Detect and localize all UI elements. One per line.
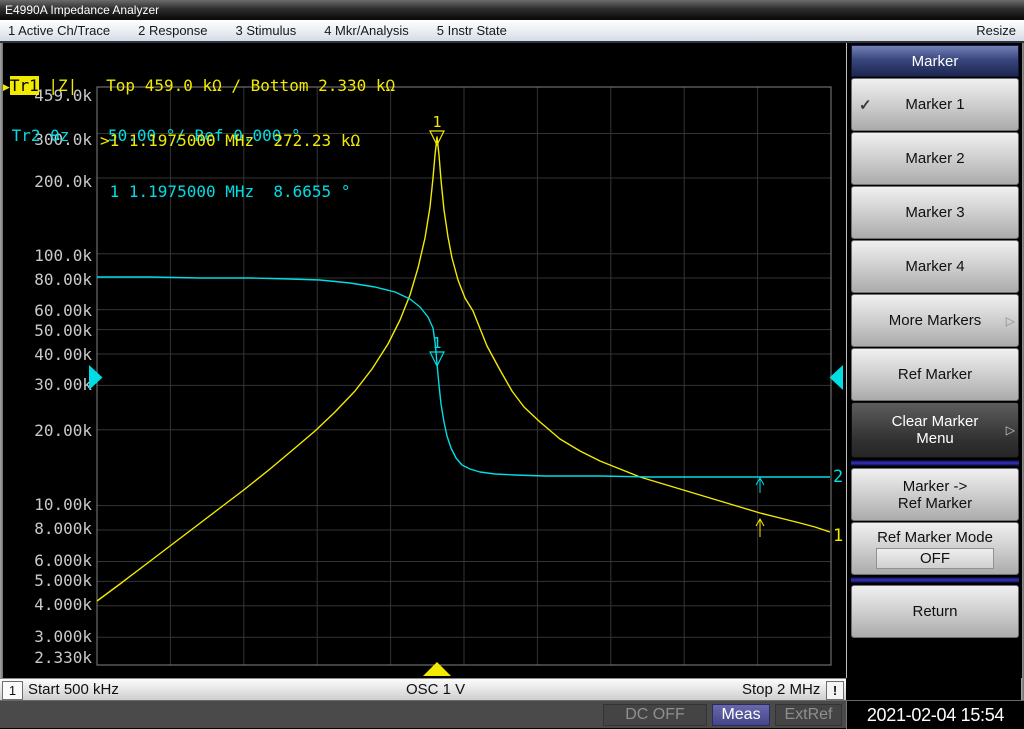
datetime-display: 2021-02-04 15:54 — [846, 701, 1024, 729]
y-axis-tick-label: 100.0k — [34, 246, 92, 265]
softkey-return[interactable]: Return — [851, 585, 1019, 638]
y-axis-tick-label: 60.00k — [34, 301, 92, 320]
menu-item[interactable]: 1 Active Ch/Trace — [0, 23, 124, 38]
y-axis-tick-label: 40.00k — [34, 345, 92, 364]
osc-level[interactable]: OSC 1 V — [406, 681, 465, 698]
softkey-marker-2[interactable]: Marker 2 — [851, 132, 1019, 185]
marker-number-label: 1 — [432, 334, 441, 352]
y-axis-tick-label: 4.000k — [34, 595, 92, 614]
tr1-impedance-trace-number-label: 1 — [833, 526, 843, 546]
measurement-status: Meas — [712, 704, 770, 726]
softkey-menu: Marker ✓ Marker 1 Marker 2 Marker 3 Marker 4… — [846, 43, 1022, 678]
softkey-separator — [851, 460, 1019, 466]
marker-readout: >1 1.1975000 MHz 272.23 kΩ 1 1.1975000 M… — [100, 98, 360, 234]
softkey-label-line2: Menu — [916, 430, 954, 447]
window-title: E4990A Impedance Analyzer — [5, 3, 159, 17]
softkey-label: Ref Marker — [898, 366, 972, 383]
menu-item[interactable]: 3 Stimulus — [222, 23, 311, 38]
stimulus-bar: 1 Start 500 kHz OSC 1 V Stop 2 MHz ! — [0, 678, 846, 700]
reference-position-triangle-icon — [89, 365, 103, 390]
status-bar: DC OFF Meas ExtRef 2021-02-04 15:54 — [0, 700, 1024, 728]
measurement-display: 459.0k300.0k200.0k100.0k80.00k60.00k50.0… — [0, 43, 846, 678]
softkey-label-line2: Ref Marker — [898, 495, 972, 512]
alert-indicator[interactable]: ! — [826, 681, 844, 700]
trace1-scale-text: |Z| Top 459.0 kΩ / Bottom 2.330 kΩ — [39, 76, 395, 95]
softkey-label: Marker 1 — [905, 96, 964, 113]
softkey-marker[interactable]: Marker ->Ref Marker — [851, 468, 1019, 521]
stimulus-position-triangle-icon — [423, 662, 451, 676]
softkey-ref-marker[interactable]: Ref Marker — [851, 348, 1019, 401]
y-axis-tick-label: 6.000k — [34, 551, 92, 570]
menu-bar-items: 1 Active Ch/Trace2 Response3 Stimulus4 M… — [0, 23, 521, 38]
marker1-readout-tr1: >1 1.1975000 MHz 272.23 kΩ — [100, 132, 360, 149]
softkey-label: Marker -> — [903, 478, 968, 495]
window-border-left — [0, 43, 3, 678]
softkey-value: OFF — [876, 548, 994, 569]
marker-number-label: 1 — [432, 113, 441, 131]
trace1-info-line[interactable]: ▶Tr1 |Z| Top 459.0 kΩ / Bottom 2.330 kΩ — [2, 78, 395, 96]
active-trace-arrow-icon: ▶ — [2, 80, 10, 95]
softkey-marker-4[interactable]: Marker 4 — [851, 240, 1019, 293]
softkey-marker-3[interactable]: Marker 3 — [851, 186, 1019, 239]
marker1-readout-tr2: 1 1.1975000 MHz 8.6655 ° — [100, 183, 360, 200]
softkey-more-markers[interactable]: More Markers ▷ — [851, 294, 1019, 347]
start-frequency[interactable]: Start 500 kHz — [28, 681, 119, 698]
submenu-arrow-icon: ▷ — [1006, 314, 1015, 328]
y-axis-tick-label: 20.00k — [34, 421, 92, 440]
resize-menu-item[interactable]: Resize — [976, 23, 1024, 38]
y-axis-tick-label: 30.00k — [34, 375, 92, 394]
softkey-label: Marker 4 — [905, 258, 964, 275]
softkey-label: More Markers — [889, 312, 982, 329]
softkey-clear-marker[interactable]: Clear MarkerMenu ▷ — [851, 402, 1019, 458]
checkmark-icon: ✓ — [859, 96, 872, 114]
softkey-menu-title: Marker — [851, 45, 1019, 77]
softkey-label: Marker 3 — [905, 204, 964, 221]
softkey-label: Marker 2 — [905, 150, 964, 167]
softkey-label: Clear Marker — [892, 413, 979, 430]
softkey-label: Return — [912, 603, 957, 620]
y-axis-tick-label: 2.330k — [34, 648, 92, 667]
y-axis-tick-label: 10.00k — [34, 495, 92, 514]
softkey-label: Ref Marker Mode — [877, 529, 993, 546]
tr2-phase-trace-number-label: 2 — [833, 467, 843, 487]
menu-item[interactable]: 4 Mkr/Analysis — [310, 23, 423, 38]
extref-status: ExtRef — [775, 704, 842, 726]
y-axis-tick-label: 5.000k — [34, 571, 92, 590]
softkey-ref-marker-mode[interactable]: Ref Marker Mode OFF — [851, 522, 1019, 575]
menu-bar: 1 Active Ch/Trace2 Response3 Stimulus4 M… — [0, 20, 1024, 43]
window-title-bar[interactable]: E4990A Impedance Analyzer — [0, 0, 1024, 20]
stop-frequency[interactable]: Stop 2 MHz — [742, 681, 820, 698]
y-axis-tick-label: 3.000k — [34, 627, 92, 646]
softkey-separator — [851, 577, 1019, 583]
y-axis-tick-label: 80.00k — [34, 270, 92, 289]
dc-bias-status: DC OFF — [603, 704, 707, 726]
reference-position-triangle-icon — [830, 365, 844, 390]
menu-item[interactable]: 2 Response — [124, 23, 221, 38]
softkey-marker-1[interactable]: ✓ Marker 1 — [851, 78, 1019, 131]
menu-item[interactable]: 5 Instr State — [423, 23, 521, 38]
trace1-label: Tr1 — [10, 76, 39, 95]
submenu-arrow-icon: ▷ — [1006, 423, 1015, 437]
y-axis-tick-label: 8.000k — [34, 519, 92, 538]
channel-number-box: 1 — [2, 681, 23, 700]
y-axis-tick-label: 50.00k — [34, 321, 92, 340]
